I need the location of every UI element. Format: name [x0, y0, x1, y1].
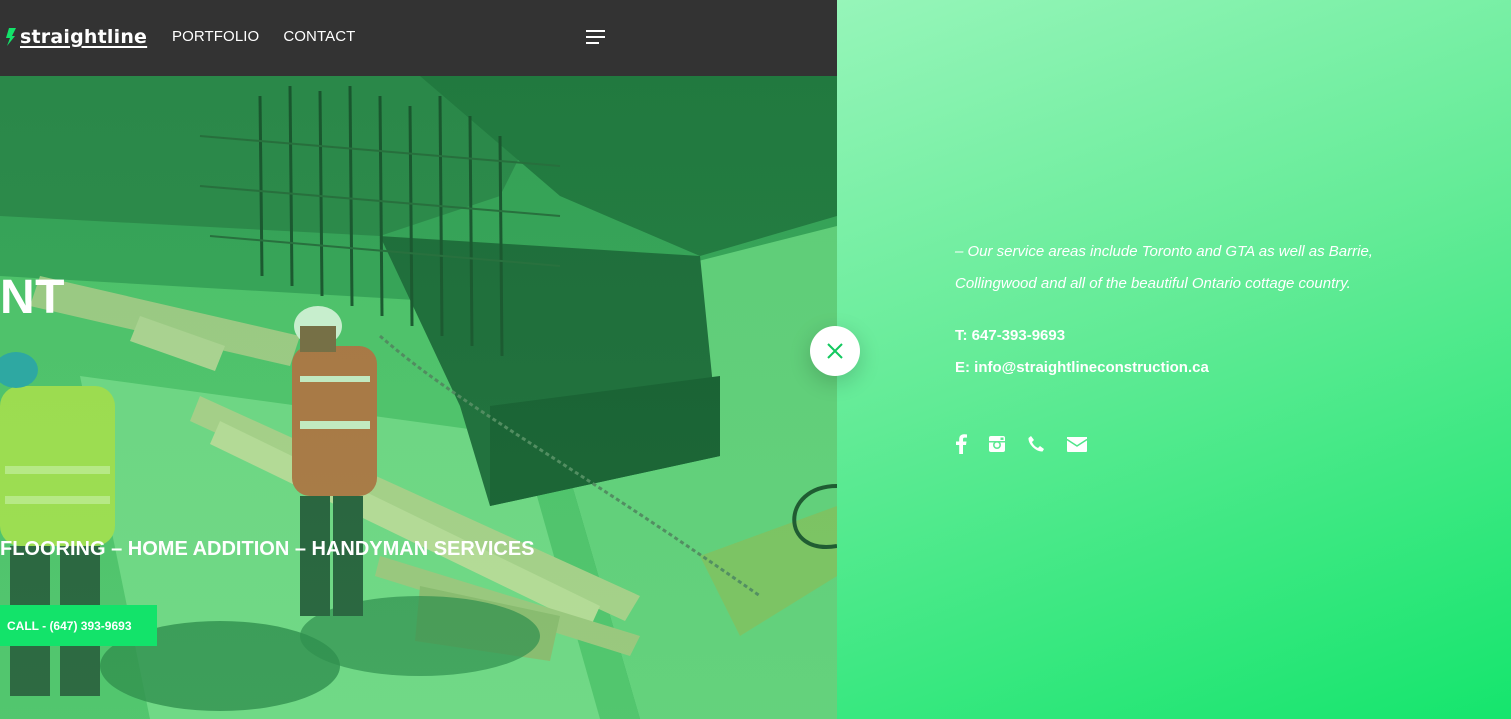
- envelope-icon[interactable]: [1066, 436, 1088, 452]
- logo-text: straightline: [20, 26, 148, 48]
- instagram-icon[interactable]: [988, 435, 1006, 453]
- off-canvas-panel: – Our service areas include Toronto and …: [837, 0, 1511, 719]
- phone-icon[interactable]: [1027, 435, 1045, 453]
- nav-item-contact[interactable]: CONTACT: [283, 28, 355, 45]
- service-areas-text: – Our service areas include Toronto and …: [955, 243, 1373, 292]
- logo-mark-icon: [6, 28, 16, 46]
- contact-phone[interactable]: T: 647-393-9693: [955, 327, 1065, 344]
- call-button[interactable]: CALL - (647) 393-9693: [0, 605, 157, 646]
- main-nav: PORTFOLIO CONTACT: [172, 28, 355, 45]
- contact-email[interactable]: E: info@straightlineconstruction.ca: [955, 359, 1209, 376]
- site-logo[interactable]: straightline: [6, 24, 147, 50]
- hero-services-line: FLOORING – HOME ADDITION – HANDYMAN SERV…: [0, 538, 535, 560]
- close-panel-button[interactable]: [810, 326, 860, 376]
- social-links: [955, 434, 1088, 454]
- hero-headline: NT: [0, 271, 65, 324]
- top-navigation-bar: straightline PORTFOLIO CONTACT: [0, 0, 837, 76]
- nav-item-portfolio[interactable]: PORTFOLIO: [172, 28, 259, 45]
- close-icon: [827, 343, 843, 359]
- hero-section: NT FLOORING – HOME ADDITION – HANDYMAN S…: [0, 0, 837, 719]
- facebook-icon[interactable]: [955, 434, 967, 454]
- hamburger-menu-icon[interactable]: [586, 29, 606, 45]
